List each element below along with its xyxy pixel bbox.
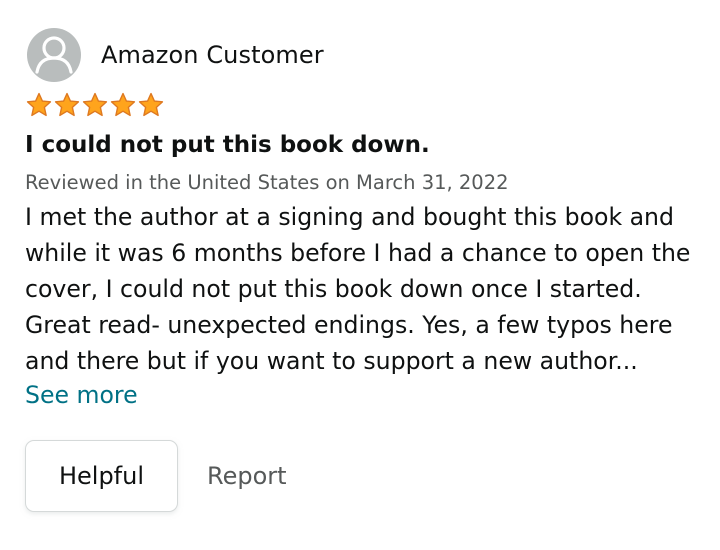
review-date-location: Reviewed in the United States on March 3…	[25, 171, 509, 194]
reviewer-profile[interactable]: Amazon Customer	[27, 28, 324, 82]
report-link[interactable]: Report	[207, 458, 287, 494]
avatar[interactable]	[27, 28, 81, 82]
review-title: I could not put this book down.	[25, 132, 430, 158]
review-body-line: and there but if you want to support a n…	[25, 347, 638, 375]
star-icon	[54, 92, 80, 117]
star-icon	[82, 92, 108, 117]
star-icon	[110, 92, 136, 117]
review-card: Amazon Customer I could not put this boo…	[0, 0, 720, 550]
helpful-button[interactable]: Helpful	[25, 440, 178, 512]
star-icon	[26, 92, 52, 117]
review-body-line: I met the author at a signing and bought…	[25, 203, 674, 231]
star-icon	[138, 92, 164, 117]
see-more-link[interactable]: See more	[25, 377, 138, 413]
user-silhouette-icon	[35, 36, 73, 74]
review-body-line: while it was 6 months before I had a cha…	[25, 239, 691, 267]
star-rating[interactable]	[25, 91, 165, 119]
review-body-line: Great read- unexpected endings. Yes, a f…	[25, 311, 673, 339]
review-body: I met the author at a signing and bought…	[25, 199, 705, 379]
review-body-line: cover, I could not put this book down on…	[25, 275, 642, 303]
reviewer-name[interactable]: Amazon Customer	[101, 40, 324, 70]
